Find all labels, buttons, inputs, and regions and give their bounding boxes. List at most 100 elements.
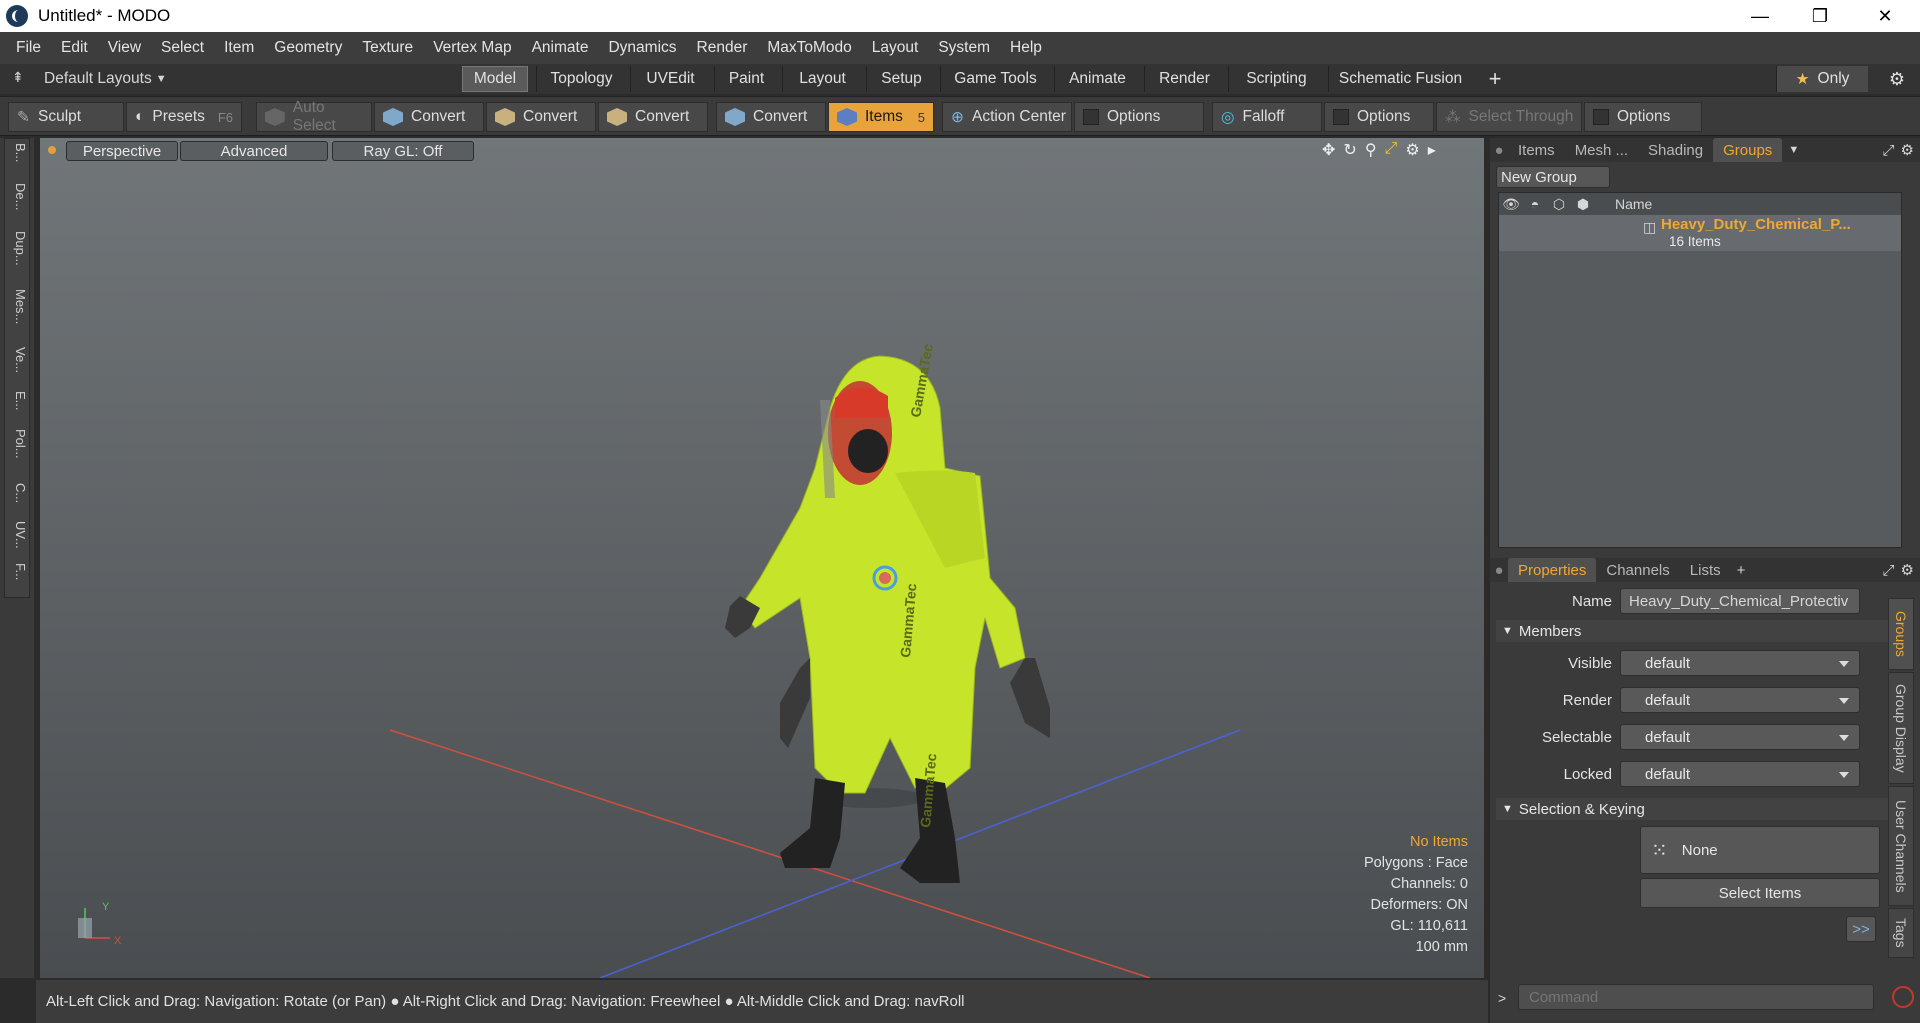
menu-edit[interactable]: Edit bbox=[51, 39, 98, 57]
action-center-button[interactable]: ⊕ Action Center bbox=[942, 102, 1072, 132]
menu-system[interactable]: System bbox=[928, 39, 1000, 57]
left-tab-polygon[interactable]: Pol... bbox=[13, 429, 28, 459]
side-tab-group-display[interactable]: Group Display bbox=[1888, 672, 1914, 784]
tab-topology[interactable]: Topology bbox=[536, 66, 626, 92]
visibility-col-icon[interactable]: 👁 bbox=[1499, 196, 1523, 213]
select-col-icon[interactable]: ⬢ bbox=[1571, 196, 1595, 213]
menu-dynamics[interactable]: Dynamics bbox=[598, 39, 686, 57]
menu-layout[interactable]: Layout bbox=[862, 39, 929, 57]
menu-view[interactable]: View bbox=[98, 39, 151, 57]
expand-panel-icon[interactable]: ⤢ bbox=[1883, 562, 1895, 579]
add-tab-icon[interactable]: + bbox=[1737, 562, 1746, 579]
default-layouts-dropdown[interactable]: Default Layouts ▼ bbox=[44, 68, 167, 90]
menu-geometry[interactable]: Geometry bbox=[264, 39, 352, 57]
right-panel: ● Items Mesh ... Shading Groups ▼ ⤢ ⚙ Ne… bbox=[1490, 138, 1920, 1023]
checkbox-icon bbox=[1593, 109, 1609, 125]
new-group-button[interactable]: New Group bbox=[1496, 166, 1610, 188]
select-through-button[interactable]: ⁂ Select Through bbox=[1436, 102, 1582, 132]
info-selection: No Items bbox=[1409, 834, 1468, 850]
tab-shading[interactable]: Shading bbox=[1638, 138, 1713, 162]
name-field[interactable]: Heavy_Duty_Chemical_Protectiv bbox=[1620, 588, 1860, 614]
select-items-button[interactable]: Select Items bbox=[1640, 878, 1880, 908]
3d-viewport[interactable]: Perspective Advanced Ray GL: Off ✥ ↻ ⚲ ⤢… bbox=[40, 138, 1484, 978]
tab-uvedit[interactable]: UVEdit bbox=[630, 66, 710, 92]
tab-schematic-fusion[interactable]: Schematic Fusion bbox=[1328, 66, 1472, 92]
visible-dropdown[interactable]: default bbox=[1620, 650, 1860, 676]
members-section-header[interactable]: ▼ Members bbox=[1496, 620, 1896, 642]
menu-vertex-map[interactable]: Vertex Map bbox=[423, 39, 521, 57]
tab-animate[interactable]: Animate bbox=[1054, 66, 1140, 92]
side-tab-groups[interactable]: Groups bbox=[1888, 598, 1914, 670]
tab-render[interactable]: Render bbox=[1144, 66, 1224, 92]
tab-items[interactable]: Items bbox=[1508, 138, 1565, 162]
tab-mesh[interactable]: Mesh ... bbox=[1565, 138, 1638, 162]
left-tab-deform[interactable]: De... bbox=[13, 183, 28, 210]
auto-select-button[interactable]: Auto Select bbox=[256, 99, 372, 134]
falloff-button[interactable]: ◎ Falloff bbox=[1212, 102, 1322, 132]
falloff-options-button[interactable]: Options bbox=[1324, 102, 1434, 132]
presets-button[interactable]: ◐ Presets F6 bbox=[126, 102, 242, 132]
lock-col-icon[interactable]: ⬡ bbox=[1547, 196, 1571, 213]
command-input[interactable] bbox=[1518, 984, 1874, 1010]
render-col-icon[interactable]: ◓ bbox=[1523, 196, 1547, 212]
tab-groups[interactable]: Groups bbox=[1713, 138, 1783, 162]
keying-none-button[interactable]: ⁙ None bbox=[1640, 826, 1880, 874]
record-icon[interactable] bbox=[1892, 986, 1914, 1008]
left-tab-edge[interactable]: E... bbox=[13, 391, 28, 411]
menu-animate[interactable]: Animate bbox=[522, 39, 599, 57]
locked-dropdown[interactable]: default bbox=[1620, 761, 1860, 787]
left-tab-mesh[interactable]: Mes... bbox=[13, 289, 28, 324]
panel-settings-icon[interactable]: ⚙ bbox=[1901, 141, 1914, 159]
convert-button-2[interactable]: Convert bbox=[486, 102, 596, 132]
panel-settings-icon[interactable]: ⚙ bbox=[1901, 561, 1914, 579]
menu-item[interactable]: Item bbox=[214, 39, 264, 57]
close-button[interactable]: ✕ bbox=[1855, 0, 1915, 32]
convert-button-3[interactable]: Convert bbox=[598, 102, 708, 132]
menu-file[interactable]: File bbox=[6, 39, 51, 57]
gear-icon[interactable]: ⚙ bbox=[1880, 66, 1914, 92]
render-label: Render bbox=[1562, 691, 1612, 709]
left-tab-vertex[interactable]: Ve... bbox=[13, 347, 28, 373]
action-center-options-button[interactable]: Options bbox=[1074, 102, 1204, 132]
minimize-button[interactable]: — bbox=[1730, 0, 1790, 32]
menu-texture[interactable]: Texture bbox=[352, 39, 423, 57]
convert-button-4[interactable]: Convert bbox=[716, 102, 826, 132]
expand-panel-icon[interactable]: ⤢ bbox=[1883, 142, 1895, 159]
group-row[interactable]: ◫ Heavy_Duty_Chemical_P... 16 Items bbox=[1499, 215, 1901, 251]
items-mode-button[interactable]: Items 5 bbox=[828, 102, 934, 132]
tab-lists[interactable]: Lists bbox=[1680, 558, 1731, 582]
tab-paint[interactable]: Paint bbox=[714, 66, 778, 92]
add-tab-button[interactable]: + bbox=[1478, 66, 1512, 92]
tab-layout[interactable]: Layout bbox=[782, 66, 862, 92]
side-tab-user-channels[interactable]: User Channels bbox=[1888, 786, 1914, 906]
side-tab-tags[interactable]: Tags bbox=[1888, 908, 1914, 958]
sculpt-button[interactable]: ✎ Sculpt bbox=[8, 102, 124, 132]
tab-setup[interactable]: Setup bbox=[866, 66, 936, 92]
info-polygons: Polygons : Face bbox=[1364, 855, 1468, 871]
left-tab-duplicate[interactable]: Dup... bbox=[13, 231, 28, 266]
menu-maxtomodo[interactable]: MaxToModo bbox=[757, 39, 861, 57]
menu-select[interactable]: Select bbox=[151, 39, 214, 57]
menu-render[interactable]: Render bbox=[687, 39, 758, 57]
select-options-button[interactable]: Options bbox=[1584, 102, 1702, 132]
chevron-down-icon[interactable]: ▼ bbox=[1788, 144, 1799, 156]
tab-scripting[interactable]: Scripting bbox=[1228, 66, 1324, 92]
maximize-button[interactable]: ❐ bbox=[1790, 0, 1850, 32]
selectable-dropdown[interactable]: default bbox=[1620, 724, 1860, 750]
render-dropdown[interactable]: default bbox=[1620, 687, 1860, 713]
menu-help[interactable]: Help bbox=[1000, 39, 1052, 57]
tab-game-tools[interactable]: Game Tools bbox=[940, 66, 1050, 92]
tab-model[interactable]: Model bbox=[462, 66, 528, 92]
left-tab-basic[interactable]: B... bbox=[13, 143, 28, 163]
left-tab-curve[interactable]: C... bbox=[13, 483, 28, 503]
tab-properties[interactable]: Properties bbox=[1508, 558, 1597, 582]
selection-keying-section-header[interactable]: ▼ Selection & Keying bbox=[1496, 798, 1896, 820]
tab-channels[interactable]: Channels bbox=[1596, 558, 1679, 582]
convert-button-1[interactable]: Convert bbox=[374, 102, 484, 132]
left-tab-fusion[interactable]: F... bbox=[13, 563, 28, 580]
more-button[interactable]: >> bbox=[1846, 916, 1876, 942]
convert-icon bbox=[725, 108, 745, 126]
only-toggle[interactable]: ★ Only bbox=[1776, 66, 1868, 92]
layout-toggle-icon[interactable]: ⇞ bbox=[12, 69, 24, 86]
left-tab-uv[interactable]: UV... bbox=[13, 521, 28, 549]
